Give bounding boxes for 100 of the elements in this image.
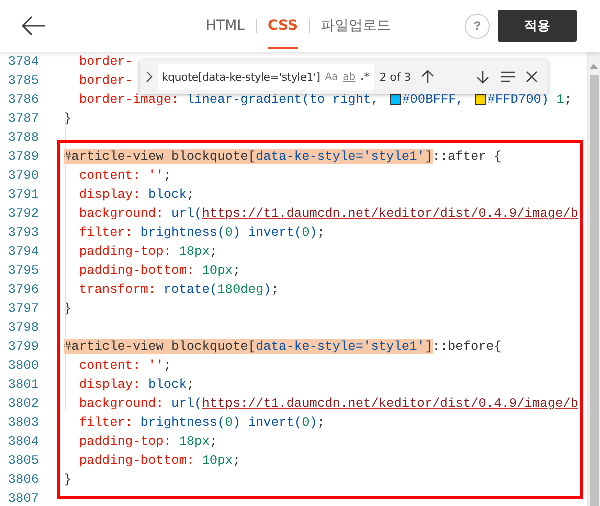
- code-punctuation: ;: [232, 263, 241, 278]
- line-number: 3786: [7, 92, 39, 107]
- css-string: '': [147, 168, 164, 183]
- close-icon[interactable]: [526, 71, 538, 83]
- code-punctuation: ;: [232, 453, 241, 468]
- line-number: 3792: [7, 206, 39, 221]
- css-number: 10px: [201, 263, 233, 278]
- css-property: display:: [78, 187, 141, 202]
- code-punctuation: ;: [564, 92, 572, 107]
- chevron-right-icon[interactable]: [146, 71, 153, 83]
- css-number: 0: [225, 225, 233, 240]
- line-number: 3785: [7, 73, 39, 88]
- css-property: display:: [78, 377, 141, 392]
- line-number: 3798: [7, 320, 39, 335]
- line-number: 3804: [7, 434, 39, 449]
- url-link[interactable]: https://t1.daumcdn.net/keditor/dist/0.4.9/image/b: [202, 206, 579, 221]
- color-swatch[interactable]: [474, 94, 486, 105]
- code-punctuation: ;: [186, 377, 195, 392]
- line-number: 3797: [7, 301, 39, 316]
- css-number: 0: [225, 415, 233, 430]
- line-number: 3801: [7, 377, 39, 392]
- scrollbar-thumb[interactable]: [590, 75, 598, 506]
- css-property: border-image:: [78, 92, 180, 107]
- line-number: 3803: [7, 415, 39, 430]
- editor-tab[interactable]: CSS: [268, 4, 298, 48]
- css-property: background:: [78, 206, 164, 221]
- css-selector: #article-view blockquote[: [64, 149, 256, 164]
- line-number: 3788: [7, 130, 39, 145]
- line-number: 3793: [7, 225, 39, 240]
- find-option[interactable]: ab: [343, 72, 356, 82]
- css-property: background:: [78, 396, 164, 411]
- scrollbar[interactable]: [587, 52, 600, 506]
- code-punctuation: ;: [210, 244, 218, 259]
- code-punctuation: ;: [186, 187, 195, 202]
- css-string: '': [147, 358, 164, 373]
- css-property: content:: [78, 168, 141, 183]
- css-property: transform:: [78, 282, 156, 297]
- css-property: padding-bottom:: [78, 453, 195, 468]
- css-value: ) invert(: [232, 415, 302, 430]
- css-value: #00BFFF,: [402, 92, 465, 107]
- line-number: 3805: [7, 453, 39, 468]
- arrow-up-icon[interactable]: [421, 70, 436, 84]
- css-value: ): [310, 225, 318, 240]
- css-value: url(: [170, 206, 202, 221]
- line-number: 3796: [7, 282, 39, 297]
- css-attribute: data-ke-style='style1': [256, 149, 425, 164]
- line-number: 3784: [7, 54, 39, 69]
- css-property: padding-top:: [78, 434, 172, 449]
- arrow-down-icon[interactable]: [476, 70, 490, 84]
- css-value: ): [310, 415, 318, 430]
- css-value: #FFD700): [488, 92, 550, 107]
- lines-icon[interactable]: [500, 71, 516, 83]
- css-selector: #article-view blockquote[: [64, 339, 256, 354]
- code-punctuation: }: [64, 472, 72, 487]
- url-link[interactable]: https://t1.daumcdn.net/keditor/dist/0.4.9/image/b: [202, 396, 579, 411]
- css-property: border-: [78, 73, 134, 88]
- line-number: 3802: [7, 396, 39, 411]
- code-punctuation: ;: [164, 358, 172, 373]
- match-count: 2 of 3: [380, 70, 412, 84]
- css-number: 180deg: [218, 282, 264, 297]
- css-selector: ::after {: [432, 149, 502, 164]
- code-punctuation: ;: [271, 282, 280, 297]
- css-number: 18px: [178, 434, 210, 449]
- line-number: 3789: [7, 149, 39, 164]
- code-punctuation: ;: [317, 415, 326, 430]
- line-number: 3790: [7, 168, 39, 183]
- css-number: 18px: [178, 244, 210, 259]
- css-value: block: [147, 187, 187, 202]
- editor-tab[interactable]: HTML: [206, 4, 245, 48]
- css-property: filter:: [78, 415, 134, 430]
- line-number: 3791: [7, 187, 39, 202]
- css-value: block: [147, 377, 187, 392]
- line-number: 3787: [7, 111, 39, 126]
- find-input[interactable]: kquote[data-ke-style='style1'] Aa ab .*: [158, 64, 374, 90]
- find-option[interactable]: .*: [360, 72, 370, 82]
- css-number: 0: [302, 415, 310, 430]
- line-number: 3794: [7, 244, 39, 259]
- line-number: 3807: [7, 491, 39, 506]
- css-number: 10px: [201, 453, 233, 468]
- css-value: rotate(: [162, 282, 218, 297]
- css-property: padding-bottom:: [78, 263, 195, 278]
- code-punctuation: ;: [317, 225, 326, 240]
- apply-button[interactable]: 적용: [498, 10, 577, 42]
- css-value: brightness(: [140, 225, 226, 240]
- css-property: filter:: [78, 225, 134, 240]
- find-option[interactable]: Aa: [325, 72, 338, 82]
- css-selector: ::before{: [432, 339, 502, 354]
- back-arrow-icon[interactable]: [22, 16, 46, 36]
- color-swatch[interactable]: [390, 94, 401, 105]
- css-property: padding-top:: [78, 244, 172, 259]
- line-number: 3800: [7, 358, 39, 373]
- line-number: 3795: [7, 263, 39, 278]
- editor-tab[interactable]: 파일업로드: [321, 2, 392, 50]
- css-value: linear-gradient(to right,: [186, 92, 380, 107]
- code-punctuation: ;: [164, 168, 172, 183]
- code-punctuation: ;: [210, 434, 218, 449]
- help-button[interactable]: ?: [465, 14, 490, 38]
- css-number: 0: [302, 225, 310, 240]
- css-number: 1: [556, 92, 564, 107]
- css-value: ) invert(: [232, 225, 302, 240]
